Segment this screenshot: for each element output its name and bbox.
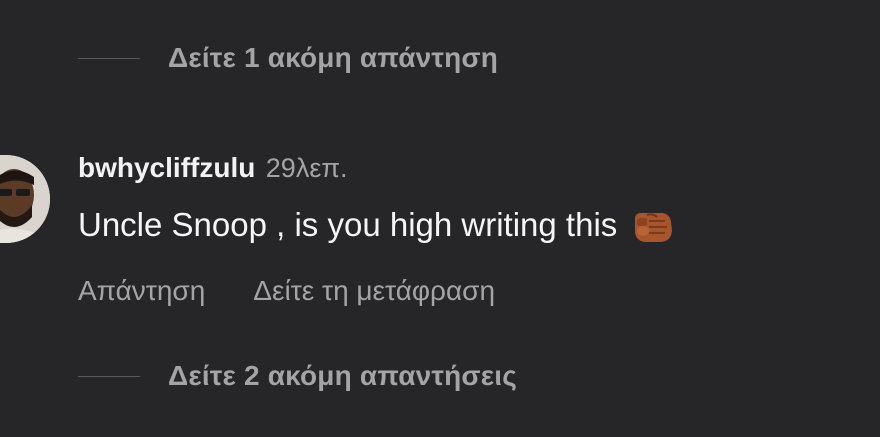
- view-more-replies-label[interactable]: Δείτε 2 ακόμη απαντήσεις: [168, 360, 517, 392]
- view-more-replies-bottom[interactable]: Δείτε 2 ακόμη απαντήσεις: [78, 360, 517, 392]
- avatar-image: [0, 155, 50, 243]
- comment-username[interactable]: bwhycliffzulu: [78, 152, 255, 183]
- reply-button[interactable]: Απάντηση: [78, 275, 205, 307]
- comment-actions: Απάντηση Δείτε τη μετάφραση: [78, 275, 495, 307]
- comment-header: bwhycliffzulu 29λεπ.: [78, 152, 347, 184]
- view-more-replies-top[interactable]: Δείτε 1 ακόμη απάντηση: [78, 42, 498, 74]
- view-more-replies-label[interactable]: Δείτε 1 ακόμη απάντηση: [168, 42, 498, 74]
- comments-thread: Δείτε 1 ακόμη απάντηση bwhycliffzulu 29λ…: [0, 0, 880, 437]
- comment-body: Uncle Snoop , is you high writing this: [78, 205, 675, 245]
- reply-divider-line: [78, 375, 140, 377]
- see-translation-button[interactable]: Δείτε τη μετάφραση: [253, 275, 495, 307]
- comment-timestamp: 29λεπ.: [265, 153, 348, 183]
- reply-divider-line: [78, 57, 140, 59]
- avatar[interactable]: [0, 155, 50, 243]
- oncoming-fist-icon: [631, 205, 675, 245]
- comment-text: Uncle Snoop , is you high writing this: [78, 206, 618, 243]
